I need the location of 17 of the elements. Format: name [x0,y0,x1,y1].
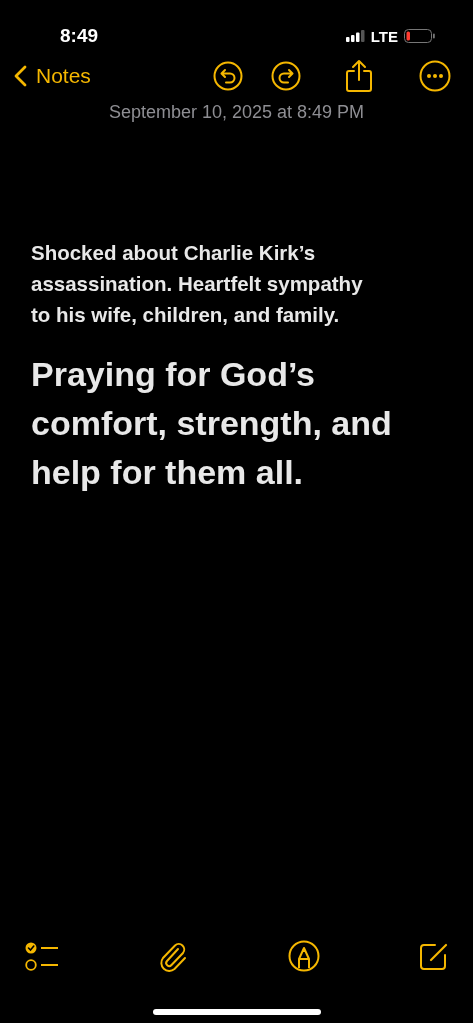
battery-icon [404,29,435,43]
markup-pen-icon[interactable] [287,940,320,972]
undo-icon[interactable] [213,61,243,91]
share-icon[interactable] [345,59,373,93]
back-button[interactable]: Notes [14,64,91,88]
chevron-icon [14,65,27,87]
more-icon[interactable] [419,60,451,92]
signal-icon [345,30,365,42]
note-paragraph: Shocked about Charlie Kirk’s assassination. Heartfelt sympathy to his wife, children, and family. [31,240,364,328]
status-time: 8:49 [60,25,99,47]
paperclip-icon[interactable] [158,940,189,972]
note-heading: Praying for God’s comfort, strength, and help for them all. [31,354,393,493]
redo-icon[interactable] [271,61,301,91]
compose-icon[interactable] [419,941,449,971]
network-label: LTE [370,27,398,45]
note-date: September 10, 2025 at 8:49 PM [107,102,366,123]
checklist-icon[interactable] [25,941,59,971]
